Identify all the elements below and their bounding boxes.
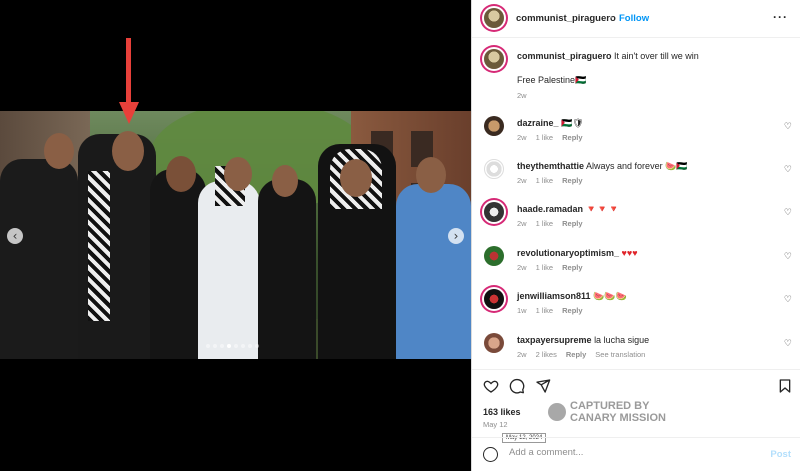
- comment-age: 2w: [517, 263, 527, 272]
- red-arrow: [126, 38, 131, 106]
- avatar[interactable]: [484, 49, 504, 69]
- comment-likes[interactable]: 1 like: [536, 176, 554, 185]
- add-comment-input[interactable]: [509, 447, 759, 458]
- heart-icon[interactable]: ♡: [784, 208, 792, 218]
- post-header: communist_piraguero • Follow ···: [472, 0, 800, 38]
- comment-likes[interactable]: 2 likes: [536, 350, 557, 359]
- carousel-dot: [255, 344, 259, 348]
- red-arrow-head: [119, 102, 139, 124]
- comment-text: la lucha sigue: [594, 335, 650, 345]
- photo-head: [416, 157, 446, 193]
- reply-button[interactable]: Reply: [562, 176, 582, 185]
- comment-username[interactable]: dazraine_: [517, 118, 559, 128]
- canary-logo-icon: [548, 403, 566, 421]
- see-translation-link[interactable]: See translation: [595, 350, 645, 359]
- chevron-right-icon[interactable]: ›: [448, 228, 464, 244]
- carousel-dot: [206, 344, 210, 348]
- avatar[interactable]: [484, 116, 504, 136]
- avatar[interactable]: [484, 246, 504, 266]
- header-username[interactable]: communist_piraguero: [516, 13, 616, 24]
- reply-button[interactable]: Reply: [562, 219, 582, 228]
- photo-head: [44, 133, 74, 169]
- reply-button[interactable]: Reply: [562, 306, 582, 315]
- comment-username[interactable]: haade.ramadan: [517, 204, 583, 214]
- comment-likes[interactable]: 1 like: [536, 263, 554, 272]
- watermark-line2: CANARY MISSION: [570, 412, 666, 424]
- comment-age: 2w: [517, 176, 527, 185]
- carousel-dot-active: [227, 344, 231, 348]
- carousel-dot: [234, 344, 238, 348]
- caption-age: 2w: [517, 91, 527, 100]
- carousel-dots: [206, 344, 259, 348]
- photo-head: [166, 156, 196, 192]
- avatar[interactable]: [484, 202, 504, 222]
- photo-head: [224, 157, 252, 191]
- caption-username[interactable]: communist_piraguero: [517, 51, 612, 61]
- heart-icon[interactable]: ♡: [784, 122, 792, 132]
- emoji-icon[interactable]: [483, 447, 498, 462]
- photo-person: [198, 181, 260, 359]
- comment-text: ♥♥♥: [621, 248, 638, 258]
- more-options-icon[interactable]: ···: [773, 10, 788, 24]
- comment-likes[interactable]: 1 like: [536, 219, 554, 228]
- comment-age: 2w: [517, 350, 527, 359]
- heart-icon[interactable]: ♡: [784, 165, 792, 175]
- caption-text: It ain't over till we win: [614, 51, 699, 61]
- comment-likes[interactable]: 1 like: [536, 306, 554, 315]
- photo-head: [112, 131, 144, 171]
- comment-age: 2w: [517, 219, 527, 228]
- comment-likes[interactable]: 1 like: [536, 133, 554, 142]
- photo-person: [396, 184, 471, 359]
- chevron-left-icon[interactable]: ‹: [7, 228, 23, 244]
- heart-icon[interactable]: ♡: [784, 295, 792, 305]
- photo-head: [272, 165, 298, 197]
- watermark: CAPTURED BY CANARY MISSION: [548, 400, 666, 424]
- photo-person: [258, 179, 316, 359]
- comment-text: 🇵🇸🛡: [561, 118, 584, 128]
- comment-age: 1w: [517, 306, 527, 315]
- carousel-dot: [248, 344, 252, 348]
- avatar[interactable]: [484, 159, 504, 179]
- reply-button[interactable]: Reply: [566, 350, 586, 359]
- share-icon[interactable]: [535, 378, 551, 394]
- reply-button[interactable]: Reply: [562, 133, 582, 142]
- follow-button[interactable]: Follow: [619, 13, 649, 24]
- comment-icon[interactable]: [509, 378, 525, 394]
- separator-dot: •: [610, 13, 613, 22]
- comment-username[interactable]: theythemthattie: [517, 161, 584, 171]
- comment-username[interactable]: revolutionaryoptimism_: [517, 248, 619, 258]
- post-media: ‹ ›: [0, 0, 471, 471]
- carousel-dot: [220, 344, 224, 348]
- watermark-line1: CAPTURED BY: [570, 400, 650, 412]
- add-comment-bar: Post: [472, 437, 800, 471]
- heart-icon[interactable]: ♡: [784, 339, 792, 349]
- carousel-dot: [241, 344, 245, 348]
- comment-username[interactable]: jenwilliamson811: [517, 291, 591, 301]
- heart-icon[interactable]: ♡: [784, 252, 792, 262]
- avatar[interactable]: [484, 333, 504, 353]
- comment-username[interactable]: taxpayersupreme: [517, 335, 592, 345]
- comment-text: 🔻🔻🔻: [585, 204, 620, 214]
- post-button[interactable]: Post: [770, 449, 791, 460]
- photo-person: [0, 159, 78, 359]
- post-photo: [0, 111, 471, 359]
- heart-icon[interactable]: [483, 378, 499, 394]
- reply-button[interactable]: Reply: [562, 263, 582, 272]
- comment-text: Always and forever 🍉🇵🇸: [586, 161, 688, 171]
- like-count[interactable]: 163 likes: [483, 407, 521, 417]
- avatar[interactable]: [484, 289, 504, 309]
- comment-text: 🍉🍉🍉: [593, 291, 627, 301]
- avatar[interactable]: [484, 8, 504, 28]
- post-panel: communist_piraguero • Follow ··· communi…: [471, 0, 800, 471]
- caption-text-line2: Free Palestine🇵🇸: [517, 75, 587, 85]
- comment-age: 2w: [517, 133, 527, 142]
- photo-scarf: [88, 171, 110, 321]
- carousel-dot: [213, 344, 217, 348]
- photo-head: [340, 159, 372, 197]
- bookmark-icon[interactable]: [777, 378, 793, 394]
- post-date: May 12: [483, 420, 508, 429]
